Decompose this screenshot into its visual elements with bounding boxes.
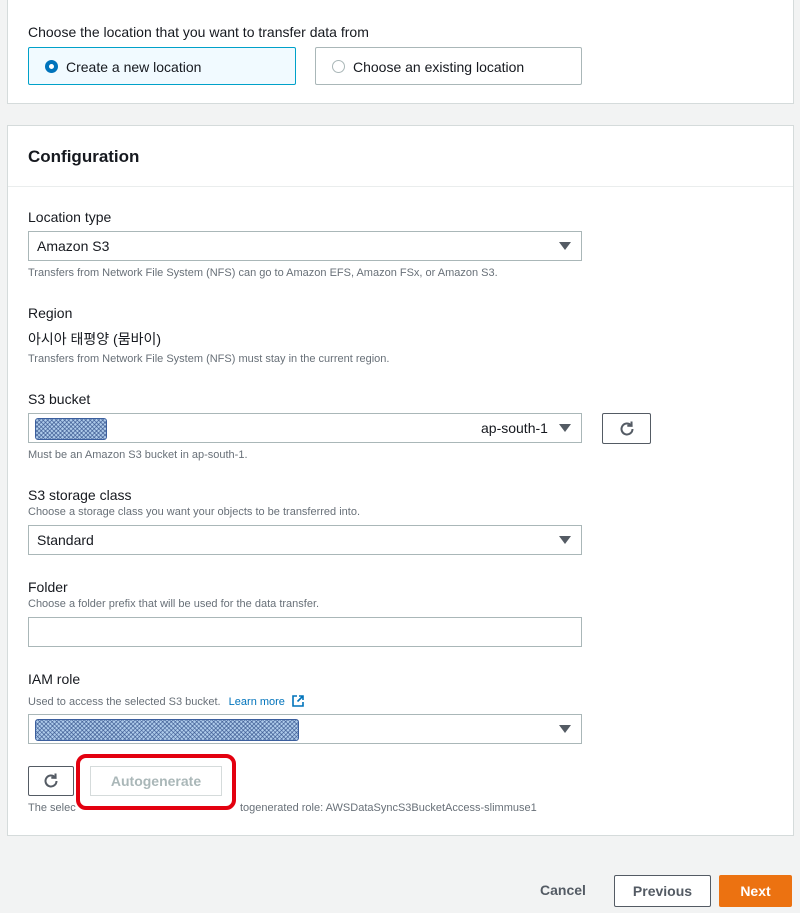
- cancel-button[interactable]: Cancel: [530, 882, 596, 898]
- region-value: 아시아 태평양 (뭄바이): [28, 331, 162, 347]
- refresh-icon: [620, 421, 634, 436]
- caret-down-icon: [559, 424, 571, 432]
- storage-class-value: Standard: [37, 532, 94, 548]
- configuration-divider: [8, 186, 793, 187]
- radio-unselected-icon[interactable]: [332, 60, 345, 73]
- previous-button[interactable]: Previous: [614, 875, 711, 907]
- redacted-bucket-name: [35, 418, 107, 440]
- storage-class-description: Choose a storage class you want your obj…: [28, 506, 361, 518]
- iam-role-select[interactable]: [28, 714, 582, 744]
- refresh-iam-role-button[interactable]: [28, 766, 74, 796]
- storage-class-label: S3 storage class: [28, 487, 132, 503]
- learn-more-link[interactable]: Learn more: [229, 696, 285, 708]
- next-button[interactable]: Next: [719, 875, 792, 907]
- iam-role-label: IAM role: [28, 671, 81, 687]
- folder-description: Choose a folder prefix that will be used…: [28, 598, 320, 610]
- choose-existing-location-option[interactable]: Choose an existing location: [315, 47, 582, 85]
- storage-class-select[interactable]: Standard: [28, 525, 582, 555]
- iam-role-description: Used to access the selected S3 bucket.: [28, 696, 221, 708]
- caret-down-icon: [559, 242, 571, 250]
- s3-bucket-label: S3 bucket: [28, 391, 91, 407]
- choose-existing-location-label: Choose an existing location: [353, 59, 525, 75]
- refresh-icon: [44, 773, 58, 788]
- configuration-panel: Configuration Location type Amazon S3 Tr…: [7, 125, 794, 836]
- iam-role-description-row: Used to access the selected S3 bucket. L…: [28, 694, 305, 708]
- s3-bucket-region-tag: ap-south-1: [481, 420, 548, 436]
- radio-selected-icon[interactable]: [45, 60, 58, 73]
- location-type-hint: Transfers from Network File System (NFS)…: [28, 267, 498, 279]
- create-new-location-label: Create a new location: [66, 59, 202, 75]
- s3-bucket-hint: Must be an Amazon S3 bucket in ap-south-…: [28, 449, 248, 461]
- caret-down-icon: [559, 536, 571, 544]
- create-new-location-option[interactable]: Create a new location: [28, 47, 296, 85]
- caret-down-icon: [559, 725, 571, 733]
- s3-bucket-select[interactable]: ap-south-1: [28, 413, 582, 443]
- location-type-value: Amazon S3: [37, 238, 110, 254]
- location-type-label: Location type: [28, 209, 112, 225]
- redacted-iam-role: [35, 719, 299, 741]
- highlight-box: [76, 754, 236, 810]
- configuration-title: Configuration: [28, 147, 140, 166]
- region-label: Region: [28, 305, 73, 321]
- folder-label: Folder: [28, 579, 68, 595]
- iam-role-footer-left: The selec: [28, 802, 76, 814]
- iam-role-footer-right: togenerated role: AWSDataSyncS3BucketAcc…: [240, 802, 537, 814]
- external-link-icon[interactable]: [291, 694, 305, 708]
- folder-input[interactable]: [28, 617, 582, 647]
- refresh-bucket-button[interactable]: [602, 413, 651, 444]
- source-location-panel: Choose the location that you want to tra…: [7, 0, 794, 104]
- region-hint: Transfers from Network File System (NFS)…: [28, 353, 390, 365]
- source-location-prompt: Choose the location that you want to tra…: [28, 24, 369, 40]
- location-type-select[interactable]: Amazon S3: [28, 231, 582, 261]
